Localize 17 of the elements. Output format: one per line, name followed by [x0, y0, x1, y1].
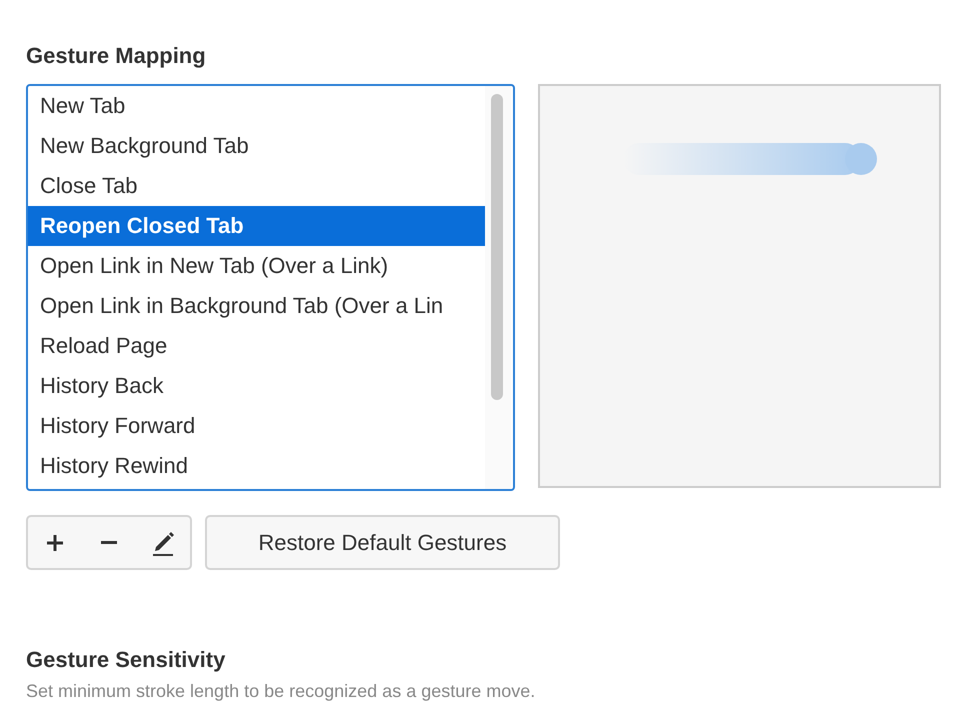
list-item[interactable]: Close Tab — [28, 166, 485, 206]
list-item[interactable]: Reopen Closed Tab — [28, 206, 485, 246]
minus-icon — [101, 541, 117, 544]
scrollbar-thumb[interactable] — [491, 94, 503, 400]
list-item[interactable]: History Forward — [28, 406, 485, 446]
section-description: Set minimum stroke length to be recognized as a gesture move. — [26, 680, 536, 703]
list-item[interactable]: New Tab — [28, 86, 485, 126]
list-item[interactable]: History Back — [28, 366, 485, 406]
list-item[interactable]: Open Link in Background Tab (Over a Lin — [28, 286, 485, 326]
list-item[interactable]: History Rewind — [28, 446, 485, 486]
restore-defaults-button[interactable]: Restore Default Gestures — [205, 515, 560, 570]
plus-icon — [47, 534, 63, 550]
list-item[interactable]: New Background Tab — [28, 126, 485, 166]
list-item[interactable]: Reload Page — [28, 326, 485, 366]
list-item[interactable]: Open Link in New Tab (Over a Link) — [28, 246, 485, 286]
section-title: Gesture Mapping — [26, 42, 207, 70]
section-title: Gesture Sensitivity — [26, 646, 226, 674]
